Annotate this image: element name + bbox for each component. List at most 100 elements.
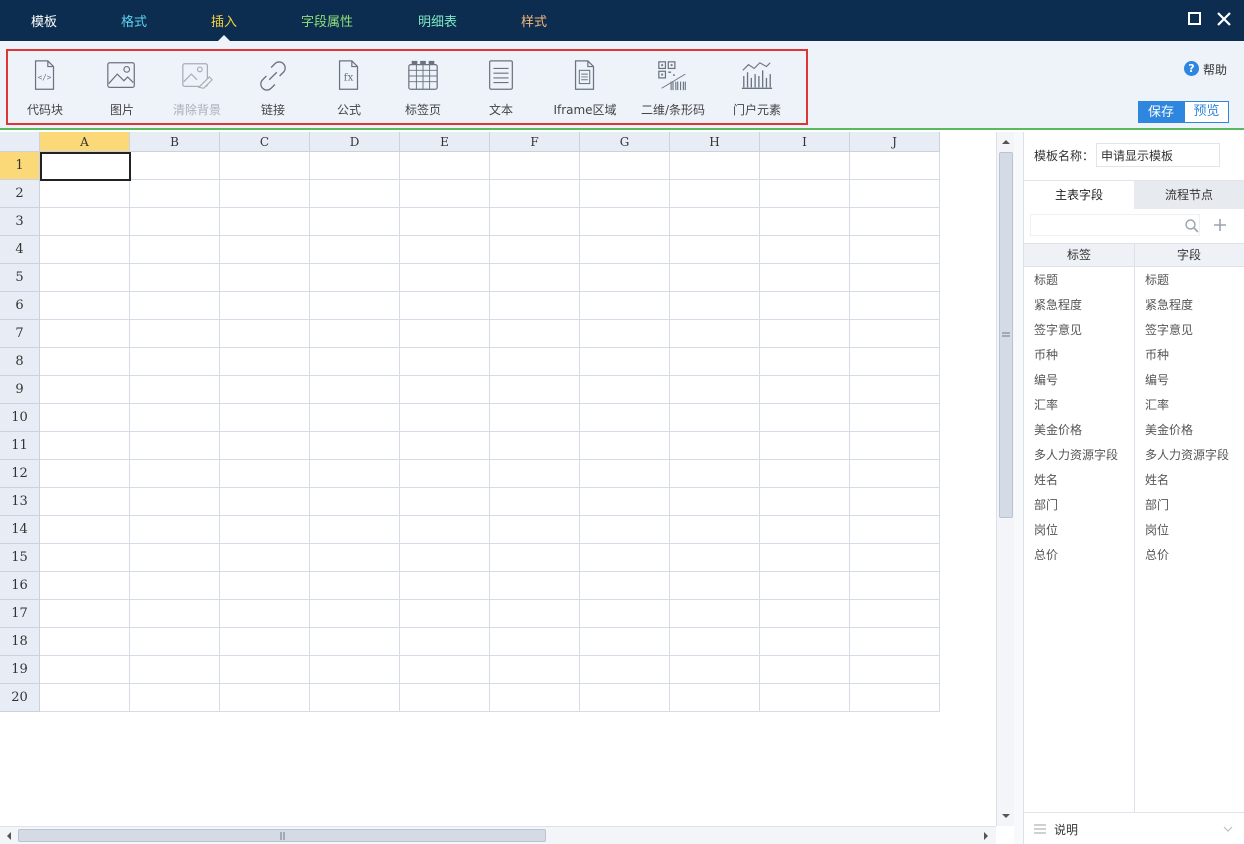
column-header-a[interactable]: A [40,132,130,152]
field-list-label[interactable]: 岗位 [1034,518,1058,543]
field-list-field[interactable]: 美金价格 [1145,418,1193,443]
field-list-field[interactable]: 编号 [1145,368,1169,393]
cell-grid[interactable] [40,152,940,712]
tool-formula-button[interactable]: fx 公式 [318,51,380,123]
row-header-8[interactable]: 8 [0,348,40,376]
row-header-1[interactable]: 1 [0,152,40,180]
field-list-label[interactable]: 标题 [1034,268,1058,293]
row-header-18[interactable]: 18 [0,628,40,656]
tool-link-button[interactable]: 链接 [242,51,304,123]
field-list-label[interactable]: 姓名 [1034,468,1058,493]
tool-label: 二维/条形码 [640,103,706,117]
maximize-button[interactable] [1186,10,1204,28]
row-header-14[interactable]: 14 [0,516,40,544]
menu-tab-2[interactable]: 插入 [210,0,238,41]
active-cell-a1[interactable] [40,152,131,181]
field-column-header: 字段 [1176,248,1201,262]
horizontal-scroll-thumb[interactable] [18,829,546,842]
image-icon [107,62,135,88]
tool-portal-element-button[interactable]: 门户元素 [726,51,788,123]
menu-tab-5[interactable]: 样式 [520,0,548,41]
menu-tab-4[interactable]: 明细表 [417,0,458,41]
tool-tab-page-button[interactable]: 标签页 [392,51,454,123]
scroll-up-icon[interactable] [998,134,1014,150]
horizontal-scrollbar[interactable] [0,826,996,844]
field-list-field[interactable]: 汇率 [1145,393,1169,418]
column-header-d[interactable]: D [310,132,400,152]
preview-button[interactable]: 预览 [1184,101,1229,123]
column-header-j[interactable]: J [850,132,940,152]
field-list-label[interactable]: 币种 [1034,343,1058,368]
save-button[interactable]: 保存 [1138,101,1184,123]
column-header-b[interactable]: B [130,132,220,152]
tool-label: Iframe区域 [553,103,617,117]
row-header-20[interactable]: 20 [0,684,40,712]
field-list-label[interactable]: 汇率 [1034,393,1058,418]
field-list-label[interactable]: 美金价格 [1034,418,1082,443]
row-header-17[interactable]: 17 [0,600,40,628]
field-list-label[interactable]: 紧急程度 [1034,293,1082,318]
close-button[interactable] [1215,10,1233,28]
row-header-6[interactable]: 6 [0,292,40,320]
column-header-c[interactable]: C [220,132,310,152]
tool-qr-barcode-button[interactable]: 二维/条形码 [638,51,708,123]
field-list-field[interactable]: 多人力资源字段 [1145,443,1229,468]
row-header-19[interactable]: 19 [0,656,40,684]
tool-iframe-button[interactable]: Iframe区域 [548,51,622,123]
select-all-corner[interactable] [0,132,40,152]
row-header-11[interactable]: 11 [0,432,40,460]
menu-tab-0[interactable]: 模板 [30,0,58,41]
field-list-field[interactable]: 部门 [1145,493,1169,518]
field-list-field[interactable]: 总价 [1145,543,1169,568]
add-icon[interactable] [1212,217,1228,233]
column-header-i[interactable]: I [760,132,850,152]
field-list-label[interactable]: 部门 [1034,493,1058,518]
field-list-label[interactable]: 多人力资源字段 [1034,443,1118,468]
tab-main-fields[interactable]: 主表字段 [1024,181,1134,209]
grip-icon [280,832,285,840]
notes-section[interactable]: 说明 [1024,812,1244,844]
close-icon [1217,12,1231,26]
scroll-left-icon[interactable] [1,828,17,844]
row-header-15[interactable]: 15 [0,544,40,572]
menu-tab-label: 模板 [30,15,57,30]
menu-tab-3[interactable]: 字段属性 [300,0,354,41]
field-list-field[interactable]: 标题 [1145,268,1169,293]
row-header-2[interactable]: 2 [0,180,40,208]
scroll-right-icon[interactable] [978,828,994,844]
tool-image-button[interactable]: 图片 [91,51,153,123]
field-search-input[interactable] [1030,214,1200,236]
field-list-label[interactable]: 签字意见 [1034,318,1082,343]
field-list-field[interactable]: 币种 [1145,343,1169,368]
row-header-10[interactable]: 10 [0,404,40,432]
tool-text-button[interactable]: 文本 [470,51,532,123]
search-icon[interactable] [1184,218,1200,234]
tool-code-block-button[interactable]: </> 代码块 [14,51,76,123]
row-header-3[interactable]: 3 [0,208,40,236]
scroll-down-icon[interactable] [998,808,1014,824]
vertical-scrollbar[interactable] [996,132,1014,826]
vertical-scroll-thumb[interactable] [999,152,1013,518]
field-list-field[interactable]: 签字意见 [1145,318,1193,343]
field-list-field[interactable]: 岗位 [1145,518,1169,543]
column-header-f[interactable]: F [490,132,580,152]
field-list-label[interactable]: 总价 [1034,543,1058,568]
help-icon: ? [1184,61,1199,76]
row-header-9[interactable]: 9 [0,376,40,404]
row-header-4[interactable]: 4 [0,236,40,264]
column-header-g[interactable]: G [580,132,670,152]
template-name-input[interactable] [1096,143,1220,167]
column-header-h[interactable]: H [670,132,760,152]
column-header-e[interactable]: E [400,132,490,152]
tab-flow-nodes[interactable]: 流程节点 [1134,181,1244,209]
row-header-5[interactable]: 5 [0,264,40,292]
field-list-field[interactable]: 紧急程度 [1145,293,1193,318]
row-header-7[interactable]: 7 [0,320,40,348]
row-header-12[interactable]: 12 [0,460,40,488]
field-list-label[interactable]: 编号 [1034,368,1058,393]
field-list-field[interactable]: 姓名 [1145,468,1169,493]
row-header-16[interactable]: 16 [0,572,40,600]
row-header-13[interactable]: 13 [0,488,40,516]
spreadsheet-grid[interactable]: ABCDEFGHIJ 1 2 3 4 5 6 7 8 9 10 11 12 13 14 15 16 17 18 19… [0,132,996,826]
menu-tab-1[interactable]: 格式 [120,0,148,41]
